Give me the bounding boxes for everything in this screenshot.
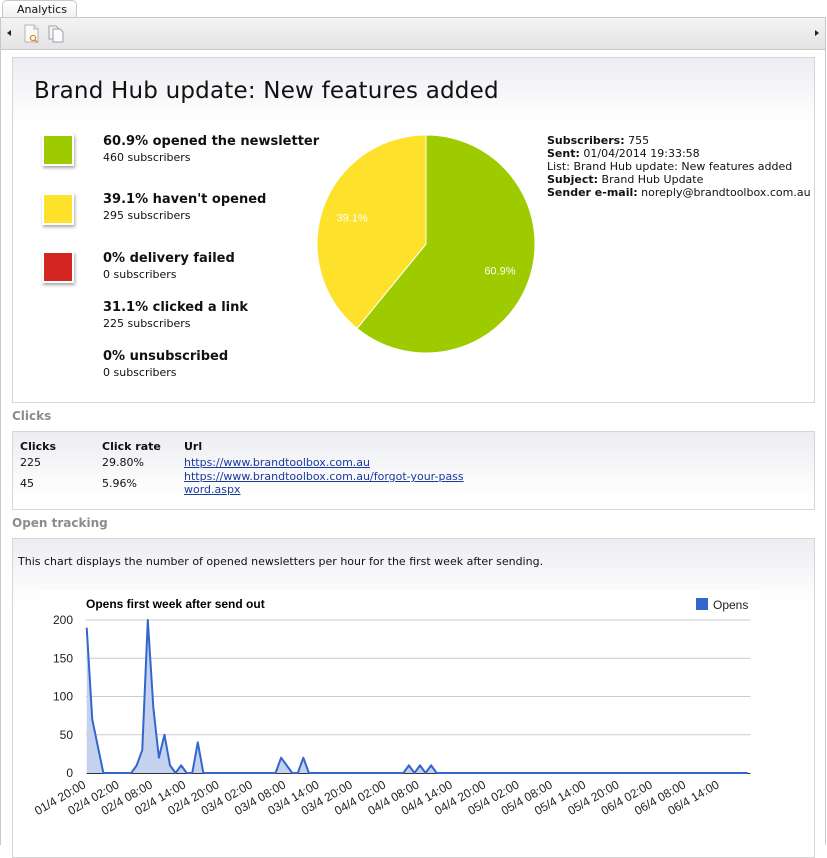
y-tick-label: 100 <box>53 690 73 704</box>
stat-headline: 0% unsubscribed <box>103 348 228 365</box>
table-header: Clicks Click rate Url <box>20 438 464 454</box>
meta-sent: Sent: 01/04/2014 19:33:58 <box>547 147 811 160</box>
cell-clicks: 45 <box>20 470 102 496</box>
clicks-table: Clicks Click rate Url 225 29.80% https:/… <box>20 438 464 496</box>
url-link[interactable]: https://www.brandtoolbox.com.au/forgot-y… <box>184 470 464 496</box>
summary-panel: Brand Hub update: New features added 60.… <box>12 57 815 403</box>
preview-page-icon[interactable] <box>23 24 41 44</box>
scroll-left-icon[interactable] <box>7 30 11 36</box>
opens-line-chart: Opens first week after send out Opens 0 5… <box>0 590 827 845</box>
col-url: Url <box>184 438 464 454</box>
y-tick-label: 50 <box>60 728 74 742</box>
cell-clicks: 225 <box>20 454 102 470</box>
y-tick-label: 0 <box>66 766 73 780</box>
stat-delivery-failed: 0% delivery failed 0 subscribers <box>103 250 235 283</box>
meta-subject: Subject: Brand Hub Update <box>547 173 811 186</box>
not-opened-swatch <box>42 193 74 225</box>
col-clicks: Clicks <box>20 438 102 454</box>
stat-unsubscribed: 0% unsubscribed 0 subscribers <box>103 348 228 381</box>
meta-subscribers: Subscribers: 755 <box>547 134 811 147</box>
chart-title: Opens first week after send out <box>86 597 265 611</box>
open-rate-pie-chart: 60.9% 39.1% <box>303 122 553 372</box>
cell-rate: 5.96% <box>102 470 184 496</box>
stat-headline: 31.1% clicked a link <box>103 299 248 316</box>
delivery-failed-swatch <box>42 251 74 283</box>
legend-label: Opens <box>713 598 748 612</box>
tab-label: Analytics <box>17 3 67 16</box>
page-title: Brand Hub update: New features added <box>34 78 499 104</box>
cell-rate: 29.80% <box>102 454 184 470</box>
pie-slice-label: 39.1% <box>336 213 367 225</box>
stat-sub: 0 subscribers <box>103 365 228 381</box>
stat-sub: 460 subscribers <box>103 150 319 166</box>
stat-headline: 60.9% opened the newsletter <box>103 133 319 150</box>
clicks-panel: Clicks Click rate Url 225 29.80% https:/… <box>12 431 815 510</box>
chart-description: This chart displays the number of opened… <box>18 555 543 568</box>
newsletter-meta: Subscribers: 755 Sent: 01/04/2014 19:33:… <box>547 134 811 199</box>
stat-not-opened: 39.1% haven't opened 295 subscribers <box>103 191 266 224</box>
pie-slice-label: 60.9% <box>484 265 515 277</box>
open-tracking-section-title: Open tracking <box>12 516 108 530</box>
copy-pages-icon[interactable] <box>47 24 65 44</box>
meta-list: List: Brand Hub update: New features add… <box>547 160 811 173</box>
stat-clicked: 31.1% clicked a link 225 subscribers <box>103 299 248 332</box>
opened-swatch <box>42 134 74 166</box>
legend-swatch <box>696 598 708 610</box>
clicks-section-title: Clicks <box>12 409 51 423</box>
toolbar <box>0 17 826 50</box>
stat-sub: 225 subscribers <box>103 316 248 332</box>
stat-sub: 295 subscribers <box>103 208 266 224</box>
y-tick-label: 200 <box>53 613 73 627</box>
stat-opened: 60.9% opened the newsletter 460 subscrib… <box>103 133 319 166</box>
stat-headline: 0% delivery failed <box>103 250 235 267</box>
url-link[interactable]: https://www.brandtoolbox.com.au <box>184 456 370 469</box>
meta-sender: Sender e-mail: noreply@brandtoolbox.com.… <box>547 186 811 199</box>
col-click-rate: Click rate <box>102 438 184 454</box>
stat-sub: 0 subscribers <box>103 267 235 283</box>
table-row: 45 5.96% https://www.brandtoolbox.com.au… <box>20 470 464 496</box>
scroll-right-icon[interactable] <box>815 30 819 36</box>
table-row: 225 29.80% https://www.brandtoolbox.com.… <box>20 454 464 470</box>
y-tick-label: 150 <box>53 651 73 665</box>
stat-headline: 39.1% haven't opened <box>103 191 266 208</box>
